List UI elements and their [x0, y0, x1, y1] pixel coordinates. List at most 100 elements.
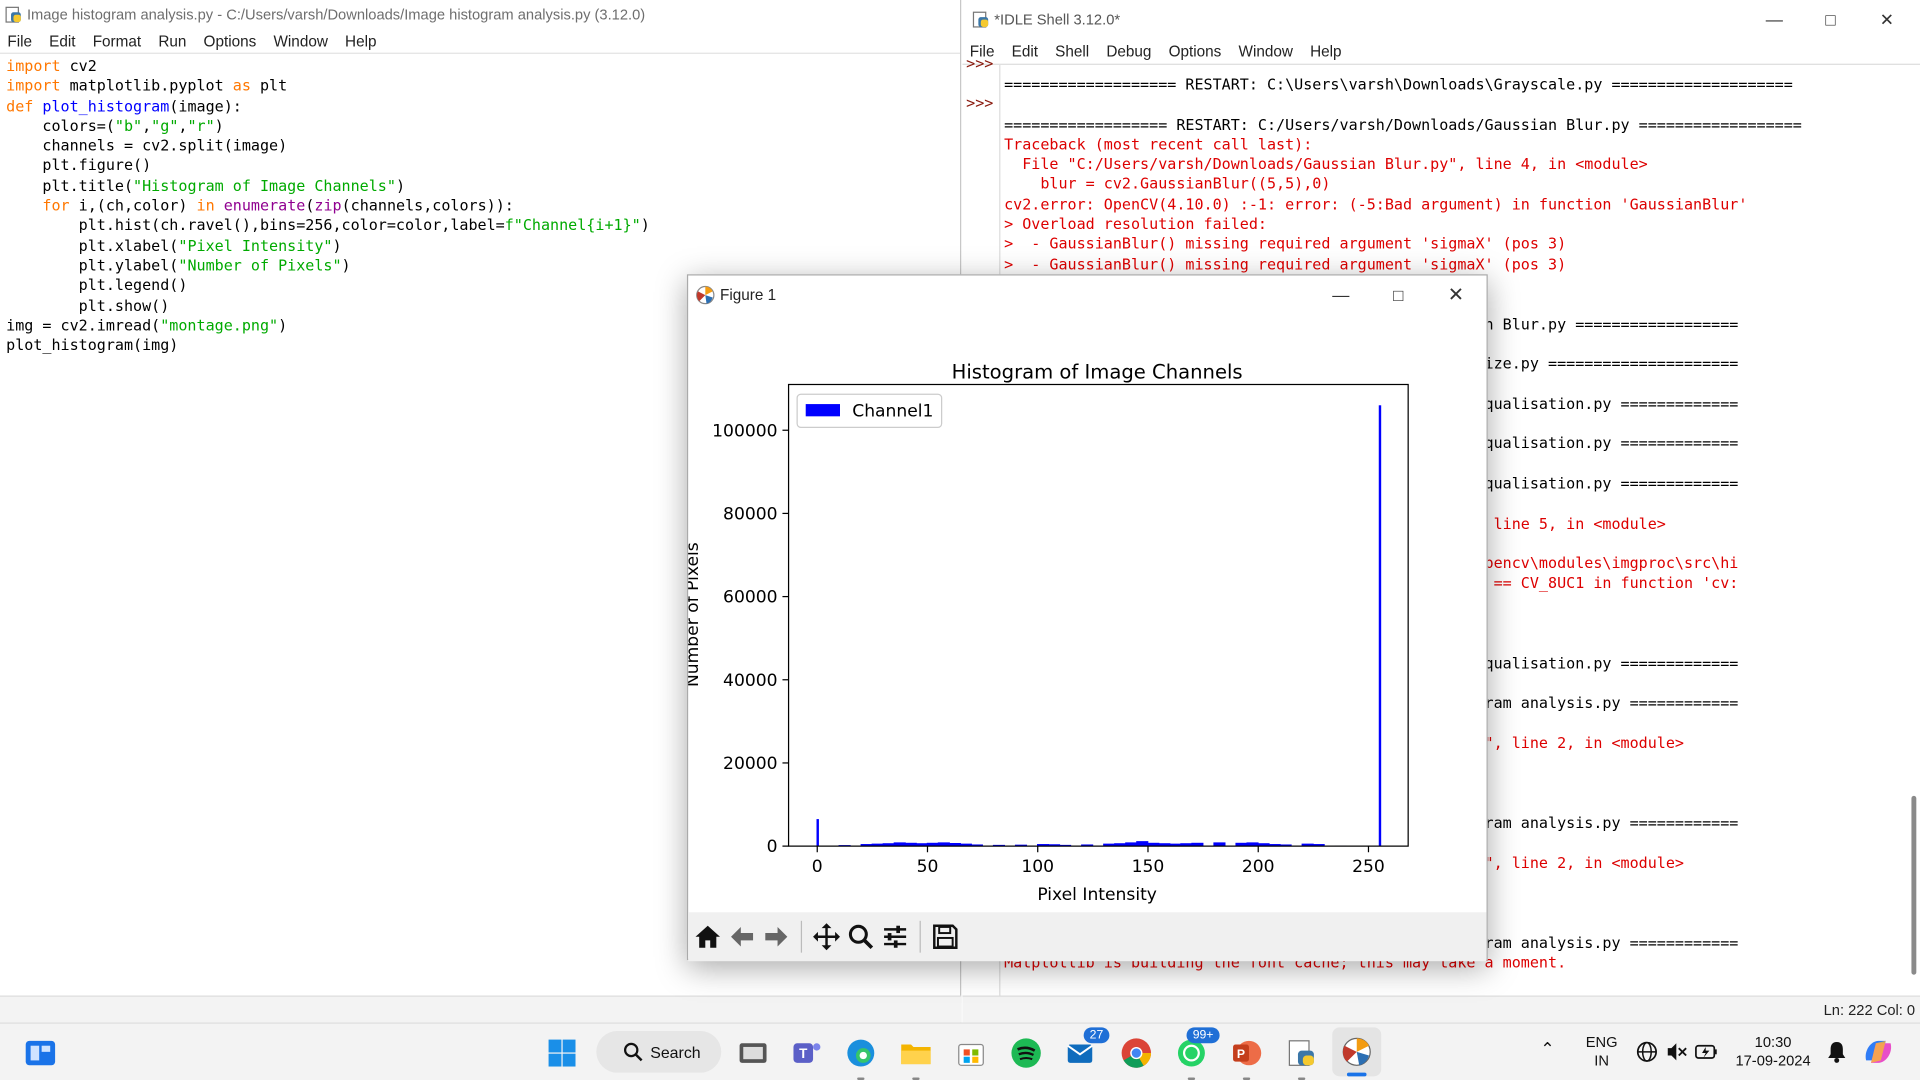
home-icon[interactable]: [691, 920, 725, 954]
axes-frame: [787, 383, 1409, 847]
figure-window: Figure 1 — □ ✕ Histogram of Image Channe…: [686, 274, 1488, 962]
menu-window[interactable]: Window: [265, 32, 337, 49]
figure-title: Figure 1: [720, 286, 777, 304]
windows-start-icon[interactable]: [541, 1032, 583, 1074]
shell-menu-window[interactable]: Window: [1230, 43, 1302, 60]
clock[interactable]: 10:30 17-09-2024: [1729, 1033, 1817, 1070]
clock-date: 17-09-2024: [1735, 1051, 1811, 1069]
figure-close-icon[interactable]: ✕: [1428, 276, 1484, 315]
histogram-bar: [1136, 841, 1149, 847]
save-figure-icon[interactable]: [928, 920, 962, 954]
menu-file[interactable]: File: [0, 32, 41, 49]
figure-maximize-icon[interactable]: □: [1370, 276, 1426, 315]
language-indicator[interactable]: ENG IN: [1580, 1033, 1624, 1070]
menu-format[interactable]: Format: [84, 32, 150, 49]
editor-titlebar[interactable]: Image histogram analysis.py - C:/Users/v…: [0, 0, 960, 29]
close-icon[interactable]: ✕: [1859, 0, 1915, 39]
legend-swatch: [805, 404, 841, 417]
shell-title: *IDLE Shell 3.12.0*: [994, 11, 1121, 29]
mail-icon[interactable]: 27: [1060, 1027, 1110, 1074]
file-explorer-icon[interactable]: [895, 1032, 937, 1080]
notifications-bell-icon[interactable]: [1826, 1040, 1848, 1069]
powerpoint-icon[interactable]: P: [1226, 1032, 1268, 1080]
y-tick-label: 100000: [712, 421, 777, 441]
shell-menu-shell[interactable]: Shell: [1047, 43, 1098, 60]
whatsapp-badge: 99+: [1186, 1027, 1220, 1044]
menu-run[interactable]: Run: [150, 32, 195, 49]
search-icon: [624, 1042, 643, 1062]
y-tick-label: 0: [767, 837, 778, 857]
figure-toolbar: [688, 912, 1487, 962]
y-tick-label: 60000: [723, 588, 777, 608]
x-tick-label: 0: [812, 857, 823, 877]
speaker-muted-icon[interactable]: [1665, 1041, 1687, 1068]
taskbar-search-box[interactable]: Search: [596, 1031, 722, 1073]
whatsapp-icon[interactable]: 99+: [1171, 1027, 1220, 1080]
edge-browser-icon[interactable]: [840, 1032, 882, 1080]
svg-text:T: T: [799, 1046, 808, 1061]
x-tick-label: 100: [1021, 857, 1054, 877]
python-shell-icon: [972, 11, 989, 28]
shell-scrollbar-thumb[interactable]: [1911, 795, 1917, 975]
active-indicator: [1346, 1072, 1367, 1077]
editor-menubar: File Edit Format Run Options Window Help: [0, 29, 961, 54]
spotify-icon[interactable]: [1005, 1032, 1047, 1074]
figure-minimize-icon[interactable]: —: [1313, 276, 1369, 315]
search-label: Search: [650, 1042, 701, 1062]
toolbar-separator: [800, 920, 803, 953]
python-file-icon: [5, 6, 22, 23]
x-tick-label: 50: [917, 857, 939, 877]
idle-python-icon[interactable]: [1281, 1032, 1323, 1080]
y-tick-label: 40000: [723, 671, 777, 691]
task-view-icon[interactable]: [732, 1032, 774, 1074]
widgets-icon[interactable]: [20, 1032, 62, 1074]
pan-move-icon[interactable]: [809, 920, 843, 954]
teams-icon[interactable]: T: [786, 1032, 828, 1074]
battery-charging-icon[interactable]: [1695, 1041, 1719, 1068]
legend-label: Channel1: [852, 401, 933, 421]
histogram-bar: [1378, 405, 1382, 847]
chart-title: Histogram of Image Channels: [952, 360, 1243, 383]
network-globe-icon[interactable]: [1636, 1041, 1658, 1068]
clock-time: 10:30: [1754, 1033, 1792, 1051]
shell-menu-edit[interactable]: Edit: [1003, 43, 1047, 60]
matplotlib-figure-icon[interactable]: [1332, 1027, 1382, 1077]
menu-edit[interactable]: Edit: [41, 32, 85, 49]
show-hidden-icons-chevron-icon[interactable]: ⌃: [1540, 1039, 1554, 1058]
shell-menu-debug[interactable]: Debug: [1098, 43, 1160, 60]
menu-help[interactable]: Help: [336, 32, 385, 49]
plot-area: 0 50 100 150 200 250 0 20000 40000 60000 80000 1000…: [712, 383, 1409, 877]
mail-badge: 27: [1083, 1027, 1110, 1044]
x-axis-label: Pixel Intensity: [1037, 885, 1157, 905]
y-axis-label: Number of Pixels: [688, 542, 703, 687]
menu-options[interactable]: Options: [195, 32, 265, 49]
editor-statusbar: [0, 995, 962, 1023]
shell-menu-help[interactable]: Help: [1302, 43, 1351, 60]
microsoft-store-icon[interactable]: [950, 1032, 992, 1074]
x-tick-label: 150: [1132, 857, 1165, 877]
chrome-icon[interactable]: [1116, 1032, 1158, 1074]
matplotlib-icon: [696, 285, 716, 305]
toolbar-separator: [919, 920, 921, 953]
maximize-icon[interactable]: □: [1802, 0, 1858, 39]
y-tick-label: 80000: [723, 505, 777, 525]
back-arrow-icon[interactable]: [725, 920, 759, 954]
minimize-icon[interactable]: —: [1746, 0, 1802, 39]
histogram-bar: [816, 819, 819, 847]
histogram-chart: Histogram of Image Channels 0 50 100 150 200…: [688, 360, 1409, 905]
zoom-magnifier-icon[interactable]: [844, 920, 878, 954]
legend: Channel1: [796, 393, 943, 428]
copilot-icon[interactable]: [1861, 1036, 1895, 1073]
y-tick-label: 20000: [723, 754, 777, 774]
editor-title: Image histogram analysis.py - C:/Users/v…: [26, 6, 646, 24]
language-code: ENG: [1585, 1033, 1618, 1051]
taskbar: Search T 27 99+ P ⌃ ENG IN 10:30 17-09-2…: [0, 1022, 1920, 1080]
configure-subplots-icon[interactable]: [878, 920, 912, 954]
x-tick-label: 250: [1352, 857, 1385, 877]
svg-text:P: P: [1237, 1047, 1245, 1061]
shell-cursor-position: Ln: 222 Col: 0: [1823, 1001, 1916, 1019]
x-tick-label: 200: [1242, 857, 1275, 877]
forward-arrow-icon[interactable]: [759, 920, 793, 954]
shell-prompt: >>>: [966, 94, 994, 112]
shell-menu-options[interactable]: Options: [1160, 43, 1230, 60]
